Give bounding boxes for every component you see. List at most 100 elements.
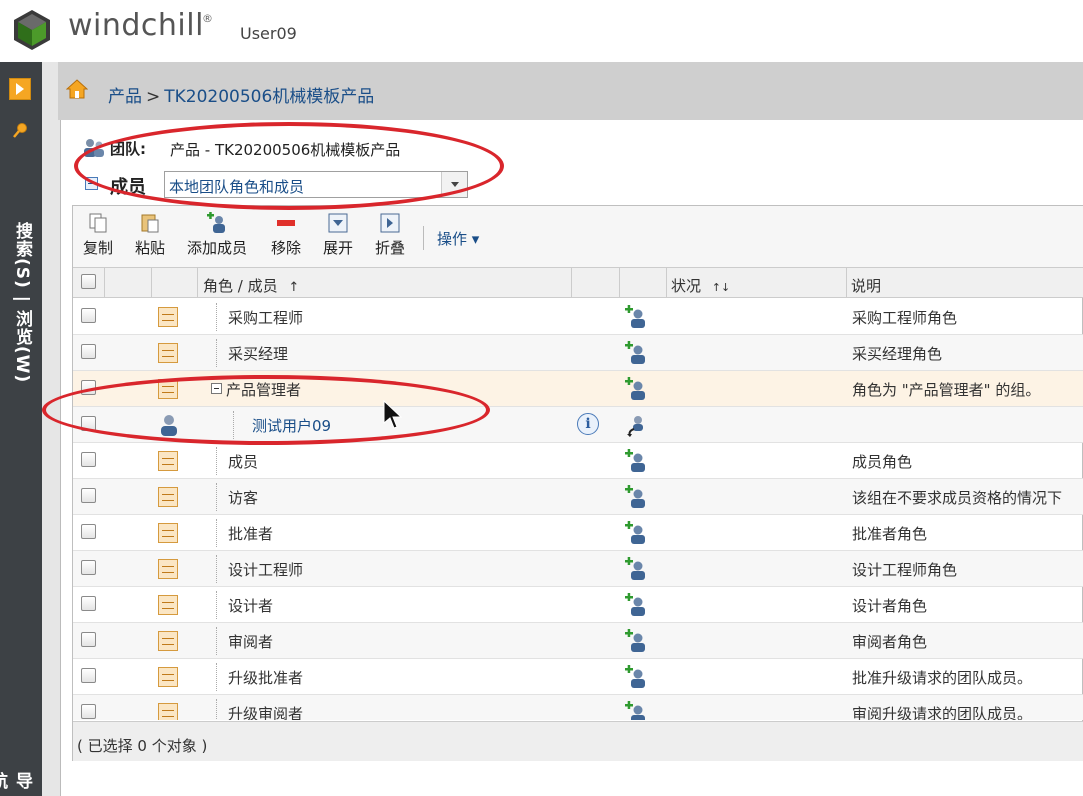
column-header-role-member-label: 角色 / 成员: [203, 277, 278, 295]
role-name[interactable]: 采购工程师: [228, 307, 303, 328]
add-user-icon[interactable]: [624, 377, 648, 401]
role-description: 批准升级请求的团队成员。: [852, 669, 1033, 687]
role-name[interactable]: 设计工程师: [228, 559, 303, 580]
collapse-button[interactable]: 折叠: [375, 212, 405, 258]
table-row[interactable]: 升级批准者 批准升级请求的团队成员。: [73, 659, 1083, 695]
table-row[interactable]: 访客 该组在不要求成员资格的情况下: [73, 479, 1083, 515]
toolbar-divider: [423, 226, 424, 250]
column-header-status[interactable]: 状况 ↑↓: [671, 275, 730, 296]
add-user-icon[interactable]: [624, 449, 648, 473]
breadcrumb-separator: >: [146, 87, 161, 107]
add-user-icon[interactable]: [624, 305, 648, 329]
table-row[interactable]: 采购工程师 采购工程师角色: [73, 299, 1083, 335]
team-icon: [84, 139, 104, 157]
breadcrumb-root-link[interactable]: 产品: [108, 87, 142, 107]
add-user-icon[interactable]: [624, 557, 648, 581]
row-checkbox[interactable]: [81, 488, 96, 503]
role-scroll-icon: [158, 559, 178, 579]
table-row[interactable]: 审阅者 审阅者角色: [73, 623, 1083, 659]
remove-button[interactable]: 移除: [271, 212, 301, 258]
collapse-icon: [380, 213, 400, 233]
add-user-icon[interactable]: [624, 521, 648, 545]
collapse-node-toggle[interactable]: [211, 383, 222, 394]
copy-button[interactable]: 复制: [83, 212, 113, 258]
navigator-tab[interactable]: 导航器: [0, 772, 35, 796]
info-icon[interactable]: i: [577, 413, 599, 435]
tree-line: [216, 555, 217, 583]
breadcrumb-current-link[interactable]: TK20200506机械模板产品: [164, 87, 374, 107]
select-all-checkbox[interactable]: [81, 274, 96, 289]
column-divider: [151, 268, 152, 298]
role-name[interactable]: 成员: [228, 451, 258, 472]
table-row[interactable]: 批准者 批准者角色: [73, 515, 1083, 551]
windchill-logo-icon: [14, 10, 50, 50]
row-checkbox[interactable]: [81, 560, 96, 575]
row-checkbox[interactable]: [81, 452, 96, 467]
column-header-role-member[interactable]: 角色 / 成员 ↑: [203, 275, 299, 296]
row-checkbox[interactable]: [81, 380, 96, 395]
role-name[interactable]: 访客: [228, 487, 258, 508]
table-row[interactable]: 设计工程师 设计工程师角色: [73, 551, 1083, 587]
add-member-label: 添加成员: [187, 239, 248, 257]
role-name[interactable]: 产品管理者: [226, 379, 301, 400]
table-row[interactable]: 成员 成员角色: [73, 443, 1083, 479]
sort-icon: ↑↓: [711, 281, 731, 294]
chevron-down-icon[interactable]: [441, 172, 467, 197]
expand-button[interactable]: 展开: [323, 212, 353, 258]
expand-navigator-button[interactable]: [9, 78, 31, 100]
paste-label: 粘贴: [135, 239, 166, 257]
row-checkbox[interactable]: [81, 632, 96, 647]
remove-member-icon[interactable]: [624, 413, 648, 437]
column-divider: [197, 268, 198, 298]
table-row[interactable]: 产品管理者 角色为 "产品管理者" 的组。: [73, 371, 1083, 407]
collapse-members-toggle[interactable]: [85, 177, 98, 190]
role-description: 成员角色: [852, 453, 913, 471]
table-row[interactable]: 采买经理 采买经理角色: [73, 335, 1083, 371]
role-name[interactable]: 审阅者: [228, 631, 273, 652]
role-name[interactable]: 升级批准者: [228, 667, 303, 688]
actions-menu[interactable]: 操作 ▾: [437, 228, 479, 249]
members-view-select[interactable]: 本地团队角色和成员: [164, 171, 468, 198]
add-user-icon[interactable]: [624, 701, 648, 720]
expand-label: 展开: [323, 239, 354, 257]
role-description: 审阅者角色: [852, 633, 928, 651]
role-name[interactable]: 批准者: [228, 523, 273, 544]
table-row[interactable]: 设计者 设计者角色: [73, 587, 1083, 623]
member-name-link[interactable]: 测试用户09: [252, 415, 331, 436]
search-browse-tab[interactable]: 搜索(S) | 浏览(W): [7, 222, 35, 383]
paste-button[interactable]: 粘贴: [135, 212, 165, 258]
column-header-description[interactable]: 说明: [851, 275, 881, 296]
row-checkbox[interactable]: [81, 668, 96, 683]
row-checkbox[interactable]: [81, 308, 96, 323]
table-row[interactable]: 升级审阅者 审阅升级请求的团队成员。: [73, 695, 1083, 720]
breadcrumb: 产品 > TK20200506机械模板产品: [108, 82, 374, 107]
role-description: 批准者角色: [852, 525, 928, 543]
add-user-icon[interactable]: [624, 629, 648, 653]
row-checkbox[interactable]: [81, 524, 96, 539]
search-icon[interactable]: [11, 122, 29, 140]
add-member-button[interactable]: 添加成员: [187, 212, 247, 258]
tree-line: [233, 411, 234, 439]
row-checkbox[interactable]: [81, 704, 96, 719]
role-name[interactable]: 设计者: [228, 595, 273, 616]
row-checkbox[interactable]: [81, 344, 96, 359]
add-user-icon[interactable]: [624, 593, 648, 617]
add-user-icon[interactable]: [624, 665, 648, 689]
role-scroll-icon: [158, 451, 178, 471]
table-row[interactable]: 测试用户09 i: [73, 407, 1083, 443]
tree-line: [216, 339, 217, 367]
user-icon: [161, 415, 177, 436]
add-user-icon[interactable]: [624, 341, 648, 365]
row-checkbox[interactable]: [81, 416, 96, 431]
current-user[interactable]: User09: [240, 24, 297, 43]
add-user-icon[interactable]: [624, 485, 648, 509]
home-icon[interactable]: [66, 78, 88, 100]
role-name[interactable]: 采买经理: [228, 343, 288, 364]
table-header: 角色 / 成员 ↑ 状况 ↑↓ 说明: [73, 268, 1083, 298]
tree-line: [216, 627, 217, 655]
role-name[interactable]: 升级审阅者: [228, 703, 303, 720]
brand-registered-mark: ®: [202, 12, 213, 25]
brand-name: windchill: [68, 8, 204, 43]
row-checkbox[interactable]: [81, 596, 96, 611]
tree-line: [216, 303, 217, 331]
